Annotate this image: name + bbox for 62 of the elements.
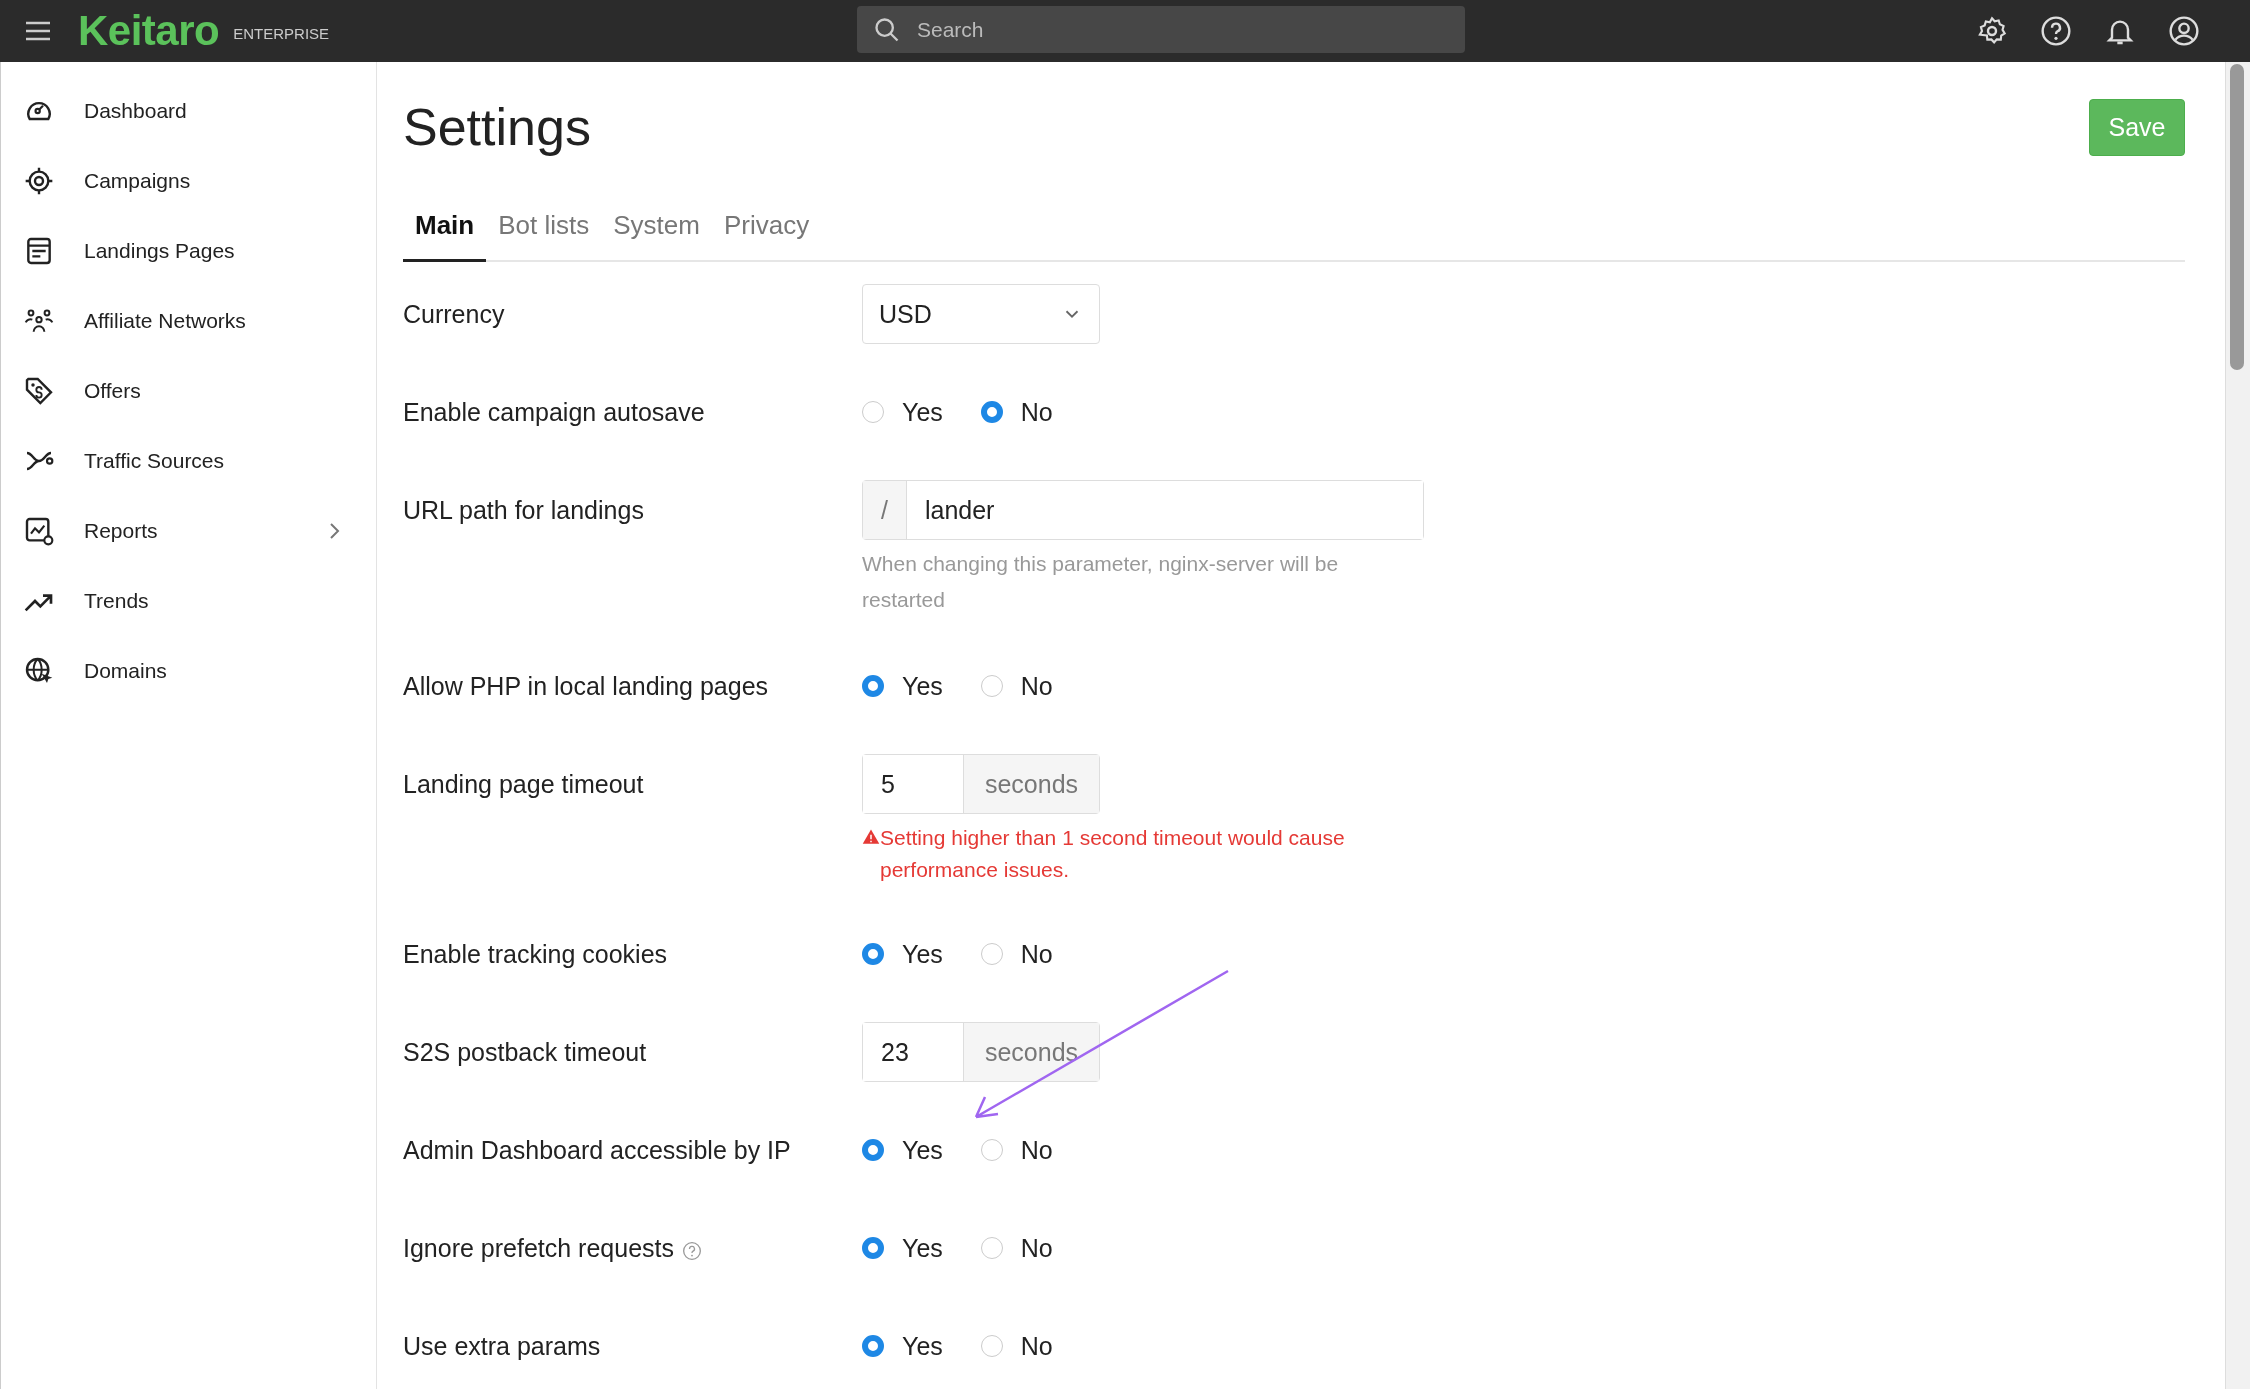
target-icon	[23, 165, 55, 197]
radio-label: No	[1020, 397, 1053, 427]
sidebar-item[interactable]: Campaigns	[1, 146, 376, 216]
number-input[interactable]: 5 seconds	[862, 754, 1100, 814]
text-input[interactable]: / lander	[862, 480, 1424, 540]
tab[interactable]: Privacy	[711, 192, 822, 262]
page-title: Settings	[403, 97, 591, 157]
setting-label: Currency	[403, 299, 505, 329]
edition-label: ENTERPRISE	[233, 24, 330, 42]
radio-label: Yes	[902, 939, 943, 969]
setting-label: Landing page timeout	[403, 769, 644, 799]
tab[interactable]: Main	[403, 192, 487, 262]
number-input[interactable]: 23 seconds	[862, 1022, 1100, 1082]
search-field[interactable]: Search	[857, 6, 1465, 53]
radio-label: Yes	[902, 1331, 943, 1361]
search-input[interactable]: Search	[915, 16, 1449, 43]
warning-icon	[862, 828, 880, 846]
setting-label: S2S postback timeout	[403, 1037, 647, 1067]
scrollbar[interactable]	[2225, 62, 2250, 1389]
search-icon	[873, 15, 901, 44]
sidebar-item[interactable]: Domains	[1, 636, 376, 706]
radio-label: Yes	[902, 671, 943, 701]
tab[interactable]: Bot lists	[486, 192, 602, 262]
radio-label: No	[1020, 1135, 1053, 1165]
setting-label: Use extra params	[403, 1331, 601, 1361]
radio-label: No	[1020, 671, 1053, 701]
sidebar-item[interactable]: Traffic Sources	[1, 426, 376, 496]
sidebar-item[interactable]: Affiliate Networks	[1, 286, 376, 356]
sidebar-item[interactable]: Dashboard	[1, 76, 376, 146]
chart-icon	[23, 515, 55, 547]
sidebar-item[interactable]: Landings Pages	[1, 216, 376, 286]
radio-label: No	[1020, 1331, 1053, 1361]
radio-label: No	[1020, 1233, 1053, 1263]
sidebar-item[interactable]: Offers	[1, 356, 376, 426]
input-prefix: /	[863, 481, 907, 539]
sidebar-item[interactable]: Trends	[1, 566, 376, 636]
setting-label: Admin Dashboard accessible by IP	[403, 1135, 791, 1165]
setting-label: URL path for landings	[403, 495, 644, 525]
tag-icon	[23, 375, 55, 407]
user-icon[interactable]	[2168, 15, 2200, 47]
warning-text: Setting higher than 1 second timeout would cause performance issues.	[880, 825, 1346, 883]
radio-button[interactable]	[862, 1139, 884, 1161]
help-text: When changing this parameter, nginx-server will be restarted	[862, 551, 1340, 613]
radio-label: No	[1020, 939, 1053, 969]
radio-button[interactable]	[862, 1237, 884, 1259]
setting-label: Allow PHP in local landing pages	[403, 671, 769, 701]
radio-label: Yes	[902, 397, 943, 427]
currency-dropdown[interactable]: USD	[862, 284, 1100, 344]
radio-label: Yes	[902, 1233, 943, 1263]
setting-label: Enable campaign autosave	[403, 397, 705, 427]
radio-button[interactable]	[862, 675, 884, 697]
input-suffix: seconds	[963, 1023, 1099, 1081]
input-suffix: seconds	[963, 755, 1099, 813]
radio-button[interactable]	[862, 1335, 884, 1357]
radio-button[interactable]	[980, 401, 1003, 423]
sidebar-item[interactable]: Reports	[1, 496, 376, 566]
logo[interactable]: Keitaro	[78, 7, 220, 55]
radio-label: Yes	[902, 1135, 943, 1165]
setting-label: Ignore prefetch requests	[403, 1233, 674, 1263]
setting-label: Enable tracking cookies	[403, 939, 668, 969]
radio-button[interactable]	[862, 943, 884, 965]
tab[interactable]: System	[601, 192, 712, 262]
